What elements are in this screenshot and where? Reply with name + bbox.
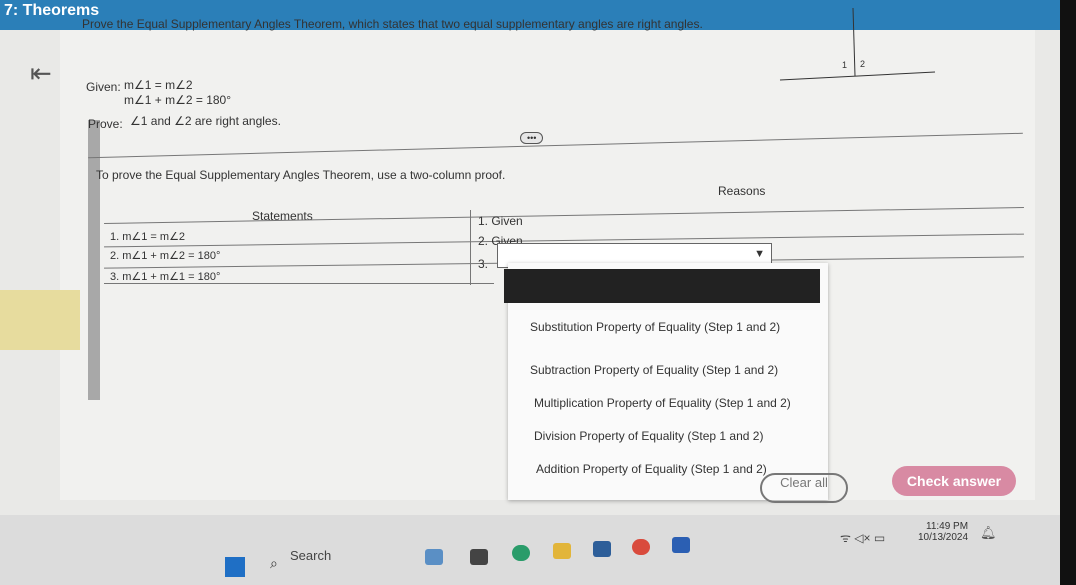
app-icon[interactable] <box>593 541 611 557</box>
proof-intro: To prove the Equal Supplementary Angles … <box>96 168 506 182</box>
reason-3: 3. <box>478 257 489 271</box>
search-icon[interactable]: ⌕ <box>270 555 278 572</box>
time: 11:49 PM <box>926 521 969 532</box>
screen: 7: Theorems ⇤ Prove the Equal Supplement… <box>0 0 1060 585</box>
option-substitution[interactable]: Substitution Property of Equality (Step … <box>530 320 780 334</box>
scrollbar[interactable] <box>88 120 100 400</box>
table-rule <box>104 283 494 284</box>
app-icon[interactable] <box>470 549 488 565</box>
prompt: Prove the Equal Supplementary Angles The… <box>82 17 703 31</box>
option-subtraction[interactable]: Subtraction Property of Equality (Step 1… <box>530 363 778 377</box>
side-highlight <box>0 290 80 350</box>
angle-label-1: 1 <box>842 60 848 70</box>
reason-1: 1. Given <box>478 214 523 228</box>
more-button[interactable]: ••• <box>520 132 544 144</box>
dropdown-menu: Substitution Property of Equality (Step … <box>504 263 828 500</box>
chrome-icon[interactable] <box>632 539 650 555</box>
given-2: m∠1 + m∠2 = 180° <box>124 93 232 107</box>
dropdown-highlight[interactable] <box>504 269 820 303</box>
prove-text: ∠1 and ∠2 are right angles. <box>130 114 281 128</box>
ray <box>852 7 856 77</box>
dropdown-arrow-icon[interactable]: ▼ <box>754 248 765 260</box>
folder-icon[interactable] <box>553 543 571 559</box>
wifi-sound-battery-icons[interactable]: ᯤ ◁× ▭ <box>840 529 885 546</box>
app-icon[interactable] <box>425 549 443 565</box>
edge-icon[interactable] <box>512 545 530 561</box>
option-addition[interactable]: Addition Property of Equality (Step 1 an… <box>536 462 767 476</box>
taskbar-search[interactable]: Search <box>290 548 331 563</box>
angle-label-2: 2 <box>860 59 866 69</box>
bell-icon[interactable]: 🔔︎ <box>980 525 997 541</box>
statement-3: 3. m∠1 + m∠1 = 180° <box>110 271 221 283</box>
reasons-header: Reasons <box>718 184 766 198</box>
date: 10/13/2024 <box>918 532 969 543</box>
statement-2: 2. m∠1 + m∠2 = 180° <box>110 250 221 262</box>
option-multiplication[interactable]: Multiplication Property of Equality (Ste… <box>534 396 791 410</box>
option-division[interactable]: Division Property of Equality (Step 1 an… <box>534 429 763 443</box>
windows-start-icon[interactable] <box>225 557 245 577</box>
statement-1: 1. m∠1 = m∠2 <box>110 231 186 243</box>
given-1: m∠1 = m∠2 <box>124 78 193 92</box>
check-answer-button[interactable]: Check answer <box>892 466 1016 496</box>
column-divider <box>470 210 471 285</box>
taskbar: ⌕ ᯤ ◁× ▭ 11:49 PM 10/13/2024 🔔︎ <box>0 515 1060 585</box>
given-label: Given: <box>86 80 121 94</box>
line <box>779 71 936 81</box>
word-icon[interactable] <box>672 537 690 553</box>
clock[interactable]: 11:49 PM 10/13/2024 <box>918 521 968 543</box>
prove-label: Prove: <box>88 117 123 131</box>
angle-diagram <box>779 7 936 81</box>
clear-all-button[interactable]: Clear all <box>760 473 848 503</box>
back-arrow-icon[interactable]: ⇤ <box>30 58 52 89</box>
